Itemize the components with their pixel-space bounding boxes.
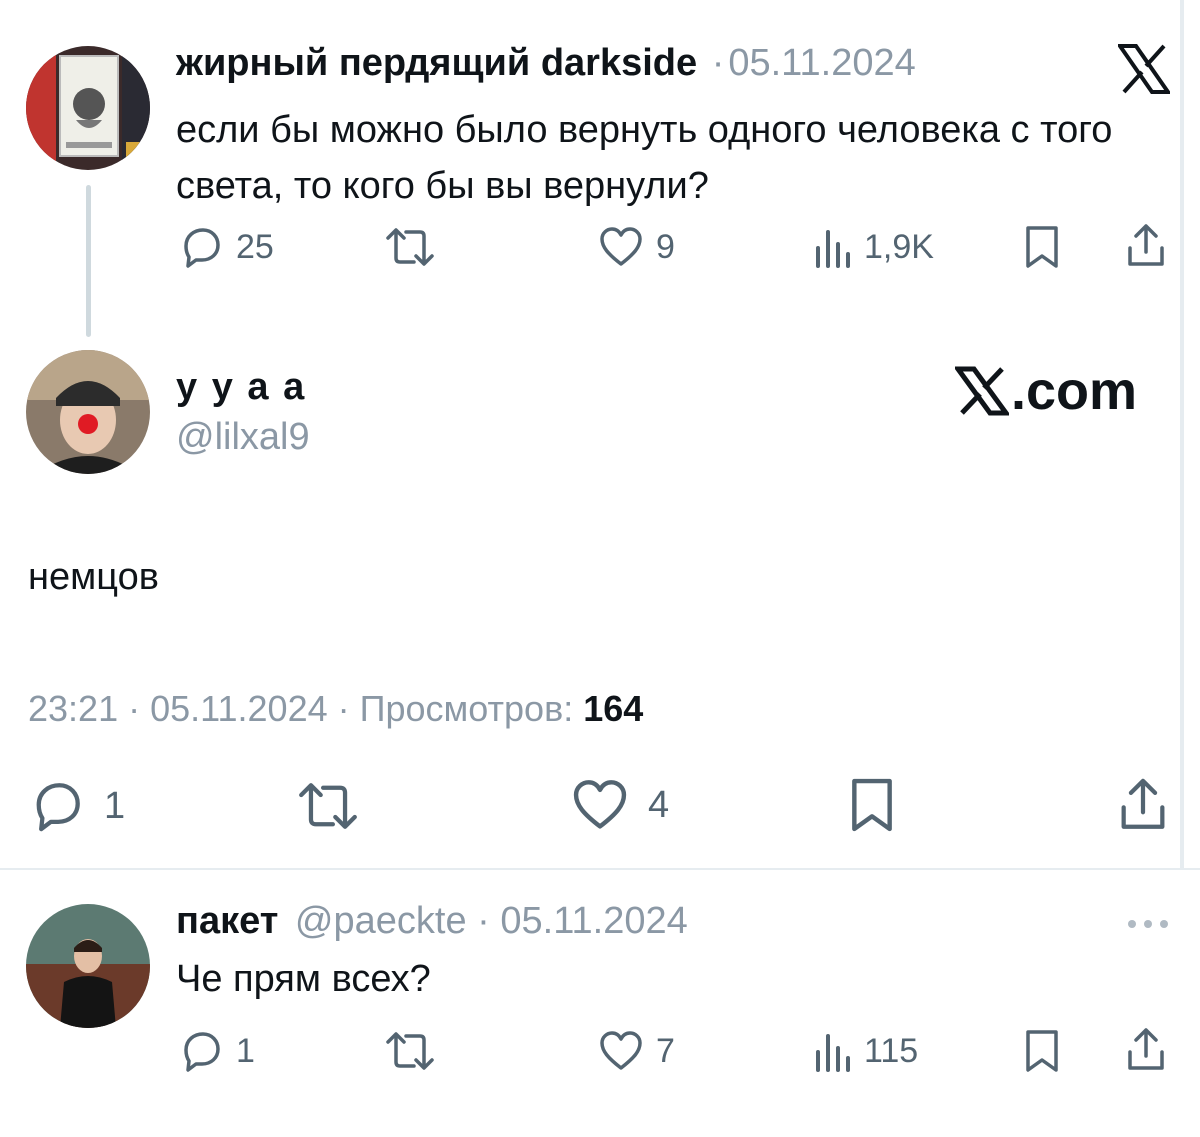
views-button[interactable]: 115 xyxy=(812,1028,918,1074)
separator: · xyxy=(466,900,501,942)
bookmark-button[interactable] xyxy=(1022,1028,1062,1074)
bookmark-icon xyxy=(1026,226,1058,268)
tweet-header: пакет @paeckte · 05.11.2024 xyxy=(176,900,688,943)
like-count: 7 xyxy=(656,1031,675,1070)
bookmark-icon xyxy=(852,778,892,832)
reply-count: 1 xyxy=(236,1031,255,1070)
views-count: 1,9K xyxy=(864,227,934,266)
separator: · xyxy=(337,688,360,729)
x-logo-icon xyxy=(955,366,1009,416)
retweet-icon xyxy=(296,778,360,834)
tweet-text: Че прям всех? xyxy=(176,958,431,1000)
retweet-button[interactable] xyxy=(384,1028,436,1074)
tweet-date[interactable]: 05.11.2024 xyxy=(150,688,328,729)
thread-connector-line xyxy=(86,185,91,337)
reply-count: 25 xyxy=(236,227,274,266)
views-icon xyxy=(812,224,852,270)
like-icon xyxy=(570,776,630,834)
views-label: Просмотров: xyxy=(359,688,574,729)
reply-button[interactable]: 1 xyxy=(28,778,125,834)
separator: · xyxy=(711,42,725,84)
tweet-date[interactable]: 05.11.2024 xyxy=(728,42,915,84)
reply-icon xyxy=(28,778,86,834)
share-icon xyxy=(1128,224,1164,266)
bookmark-button[interactable] xyxy=(846,776,898,834)
tweet-time[interactable]: 23:21 xyxy=(28,688,118,729)
retweet-button[interactable] xyxy=(384,224,436,270)
handle[interactable]: @lilxal9 xyxy=(176,416,310,459)
avatar[interactable] xyxy=(26,904,150,1028)
retweet-icon xyxy=(384,224,436,270)
tweet-text: если бы можно было вернуть одного челове… xyxy=(176,109,1113,207)
retweet-button[interactable] xyxy=(296,778,360,834)
reply-button[interactable]: 1 xyxy=(178,1028,255,1074)
reply-count: 1 xyxy=(104,784,126,827)
views-count: 164 xyxy=(583,688,644,729)
reply-icon xyxy=(178,224,224,270)
share-button[interactable] xyxy=(1124,222,1168,270)
x-logo-icon xyxy=(1118,44,1170,94)
like-button[interactable]: 9 xyxy=(598,224,675,270)
like-icon xyxy=(598,1028,644,1074)
divider xyxy=(0,868,1200,870)
like-count: 9 xyxy=(656,227,675,266)
bookmark-icon xyxy=(1026,1030,1058,1072)
views-button[interactable]: 1,9K xyxy=(812,224,934,270)
x-com-brand: .com xyxy=(955,360,1137,422)
tweet-meta: 23:21 · 05.11.2024 · Просмотров: 164 xyxy=(28,688,643,730)
reply-button[interactable]: 25 xyxy=(178,224,274,270)
like-button[interactable]: 4 xyxy=(570,776,669,834)
tweet-date[interactable]: 05.11.2024 xyxy=(500,900,687,942)
display-name[interactable]: жирный пердящий darkside xyxy=(176,42,697,84)
more-icon[interactable] xyxy=(1126,918,1170,930)
bookmark-button[interactable] xyxy=(1022,224,1062,270)
like-icon xyxy=(598,224,644,270)
avatar-image xyxy=(26,350,150,474)
like-button[interactable]: 7 xyxy=(598,1028,675,1074)
avatar-image xyxy=(26,904,150,1028)
tweet-header: жирный пердящий darkside · 05.11.2024 xyxy=(176,42,916,85)
share-icon xyxy=(1121,778,1165,829)
display-name[interactable]: пакет xyxy=(176,900,278,942)
share-button[interactable] xyxy=(1124,1026,1168,1074)
avatar[interactable] xyxy=(26,350,150,474)
avatar[interactable] xyxy=(26,46,150,170)
avatar-image xyxy=(26,46,150,170)
tweet-text: немцов xyxy=(28,556,159,598)
frame-edge xyxy=(1180,0,1200,870)
reply-icon xyxy=(178,1028,224,1074)
share-button[interactable] xyxy=(1116,776,1170,834)
separator: · xyxy=(128,688,151,729)
display-name[interactable]: у у а а xyxy=(176,366,306,409)
views-count: 115 xyxy=(864,1031,919,1070)
views-icon xyxy=(812,1028,852,1074)
x-com-text: .com xyxy=(1011,361,1138,421)
handle[interactable]: @paeckte xyxy=(295,900,467,942)
retweet-icon xyxy=(384,1028,436,1074)
share-icon xyxy=(1128,1028,1164,1070)
like-count: 4 xyxy=(648,783,670,826)
